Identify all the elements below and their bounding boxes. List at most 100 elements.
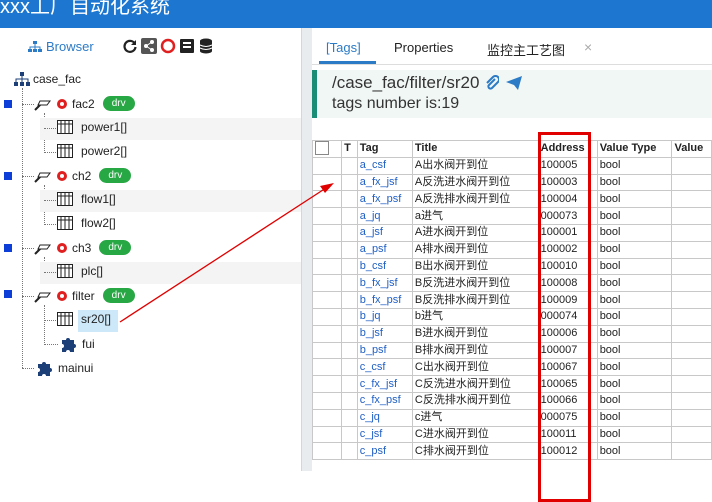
table-row[interactable]: a_jq a进气 000073 bool	[311, 207, 712, 225]
table-row[interactable]: c_psf C排水阀开到位 100012 bool	[311, 442, 712, 461]
address-cell: 100002	[537, 240, 598, 259]
tree-node-ch2[interactable]: ch2 drv	[34, 168, 132, 183]
database-icon[interactable]	[198, 38, 214, 54]
row-checkbox[interactable]	[311, 375, 343, 393]
table-row[interactable]: b_fx_jsf B反洗进水阀开到位 100008 bool	[311, 274, 712, 293]
table-row[interactable]: c_fx_jsf C反洗进水阀开到位 100065 bool	[311, 375, 712, 393]
tree-root[interactable]: case_fac	[14, 72, 81, 86]
column-header-tag[interactable]: Tag	[356, 140, 413, 158]
row-checkbox[interactable]	[311, 190, 343, 209]
table-row[interactable]: a_psf A排水阀开到位 100002 bool	[311, 240, 712, 259]
table-row[interactable]: a_fx_jsf A反洗进水阀开到位 100003 bool	[311, 173, 712, 192]
puzzle-icon	[62, 338, 76, 352]
table-row[interactable]: c_jsf C进水阀开到位 100011 bool	[311, 425, 712, 444]
tag-cell[interactable]: b_csf	[356, 257, 413, 276]
row-checkbox[interactable]	[311, 391, 343, 410]
wand-icon	[34, 244, 51, 255]
tag-cell[interactable]: b_fx_psf	[356, 291, 413, 309]
tag-cell[interactable]: c_psf	[356, 442, 413, 461]
refresh-icon[interactable]	[122, 38, 138, 54]
tag-cell[interactable]: a_jsf	[356, 223, 413, 242]
tag-cell[interactable]: b_psf	[356, 341, 413, 360]
column-header-address[interactable]: Address	[537, 140, 598, 158]
tag-cell[interactable]: c_jsf	[356, 425, 413, 444]
row-checkbox[interactable]	[311, 257, 343, 276]
address-cell: 100065	[537, 375, 598, 393]
tab-properties[interactable]: Properties	[394, 40, 453, 55]
tree-node-flow2[interactable]: flow2[]	[57, 216, 116, 230]
tree-node-power1[interactable]: power1[]	[57, 120, 127, 134]
table-row[interactable]: c_jq c进气 000075 bool	[311, 408, 712, 427]
tree-line	[44, 152, 56, 153]
wand-icon	[34, 100, 51, 111]
table-row[interactable]: b_fx_psf B反洗排水阀开到位 100009 bool	[311, 291, 712, 309]
row-checkbox[interactable]	[311, 425, 343, 444]
tree-node-filter[interactable]: filter drv	[34, 288, 135, 303]
share-icon[interactable]	[141, 38, 157, 54]
select-all-checkbox[interactable]	[311, 140, 343, 158]
row-checkbox[interactable]	[311, 291, 343, 309]
row-checkbox[interactable]	[311, 358, 343, 377]
tree-node-plc[interactable]: plc[]	[57, 264, 103, 278]
tag-cell[interactable]: c_fx_psf	[356, 391, 413, 410]
tab-monitor[interactable]: 监控主工艺图	[487, 40, 565, 59]
column-header-t[interactable]: T	[341, 140, 358, 158]
row-checkbox[interactable]	[311, 156, 343, 175]
tag-cell[interactable]: a_fx_jsf	[356, 173, 413, 192]
tree-node-power2[interactable]: power2[]	[57, 144, 127, 158]
tree-node-fui[interactable]: fui	[60, 335, 95, 353]
tab-tags[interactable]: [Tags]	[326, 40, 361, 55]
row-checkbox[interactable]	[311, 207, 343, 225]
tag-cell[interactable]: c_jq	[356, 408, 413, 427]
table-row[interactable]: c_fx_psf C反洗排水阀开到位 100066 bool	[311, 391, 712, 410]
book-icon[interactable]	[179, 38, 195, 54]
tag-cell[interactable]: b_fx_jsf	[356, 274, 413, 293]
tree-node-fac2[interactable]: fac2 drv	[34, 96, 135, 111]
table-row[interactable]: b_jq b进气 000074 bool	[311, 307, 712, 326]
close-icon[interactable]: ×	[584, 39, 592, 55]
tag-cell[interactable]: b_jsf	[356, 324, 413, 343]
tree-node-ch3[interactable]: ch3 drv	[34, 240, 132, 255]
column-header-title[interactable]: Title	[411, 140, 539, 158]
tree-node-flow1[interactable]: flow1[]	[57, 192, 116, 206]
tag-table-icon	[57, 312, 73, 326]
table-row[interactable]: a_jsf A进水阀开到位 100001 bool	[311, 223, 712, 242]
send-icon[interactable]	[505, 75, 523, 91]
row-checkbox[interactable]	[311, 240, 343, 259]
row-checkbox[interactable]	[311, 173, 343, 192]
row-checkbox[interactable]	[311, 324, 343, 343]
table-row[interactable]: a_csf A出水阀开到位 100005 bool	[311, 156, 712, 175]
row-checkbox[interactable]	[311, 223, 343, 242]
paperclip-icon[interactable]	[485, 75, 500, 91]
value-type-cell: bool	[596, 207, 673, 225]
tree-node-mainui[interactable]: mainui	[36, 359, 93, 377]
tag-table-icon	[57, 120, 73, 134]
row-checkbox[interactable]	[311, 274, 343, 293]
table-row[interactable]: c_csf C出水阀开到位 100067 bool	[311, 358, 712, 377]
app-header: xxx工厂自动化系统	[0, 0, 712, 28]
tag-cell[interactable]: b_jq	[356, 307, 413, 326]
column-header-value-type[interactable]: Value Type	[596, 140, 673, 158]
tag-cell[interactable]: c_fx_jsf	[356, 375, 413, 393]
row-checkbox[interactable]	[311, 408, 343, 427]
tag-cell[interactable]: a_jq	[356, 207, 413, 225]
table-row[interactable]: a_fx_psf A反洗排水阀开到位 100004 bool	[311, 190, 712, 209]
browser-tab[interactable]: Browser	[28, 39, 94, 54]
tag-cell[interactable]: c_csf	[356, 358, 413, 377]
row-checkbox[interactable]	[311, 307, 343, 326]
power-icon[interactable]	[160, 38, 176, 54]
title-cell: A出水阀开到位	[411, 156, 539, 175]
tag-cell[interactable]: a_fx_psf	[356, 190, 413, 209]
tag-cell[interactable]: a_psf	[356, 240, 413, 259]
value-type-cell: bool	[596, 257, 673, 276]
row-checkbox[interactable]	[311, 341, 343, 360]
table-row[interactable]: b_jsf B进水阀开到位 100006 bool	[311, 324, 712, 343]
tree-node-sr20[interactable]: sr20[]	[57, 312, 111, 326]
tree-line	[22, 88, 23, 368]
value-cell	[671, 173, 712, 192]
column-header-value[interactable]: Value	[671, 140, 712, 158]
tag-cell[interactable]: a_csf	[356, 156, 413, 175]
row-checkbox[interactable]	[311, 442, 343, 461]
table-row[interactable]: b_psf B排水阀开到位 100007 bool	[311, 341, 712, 360]
table-row[interactable]: b_csf B出水阀开到位 100010 bool	[311, 257, 712, 276]
